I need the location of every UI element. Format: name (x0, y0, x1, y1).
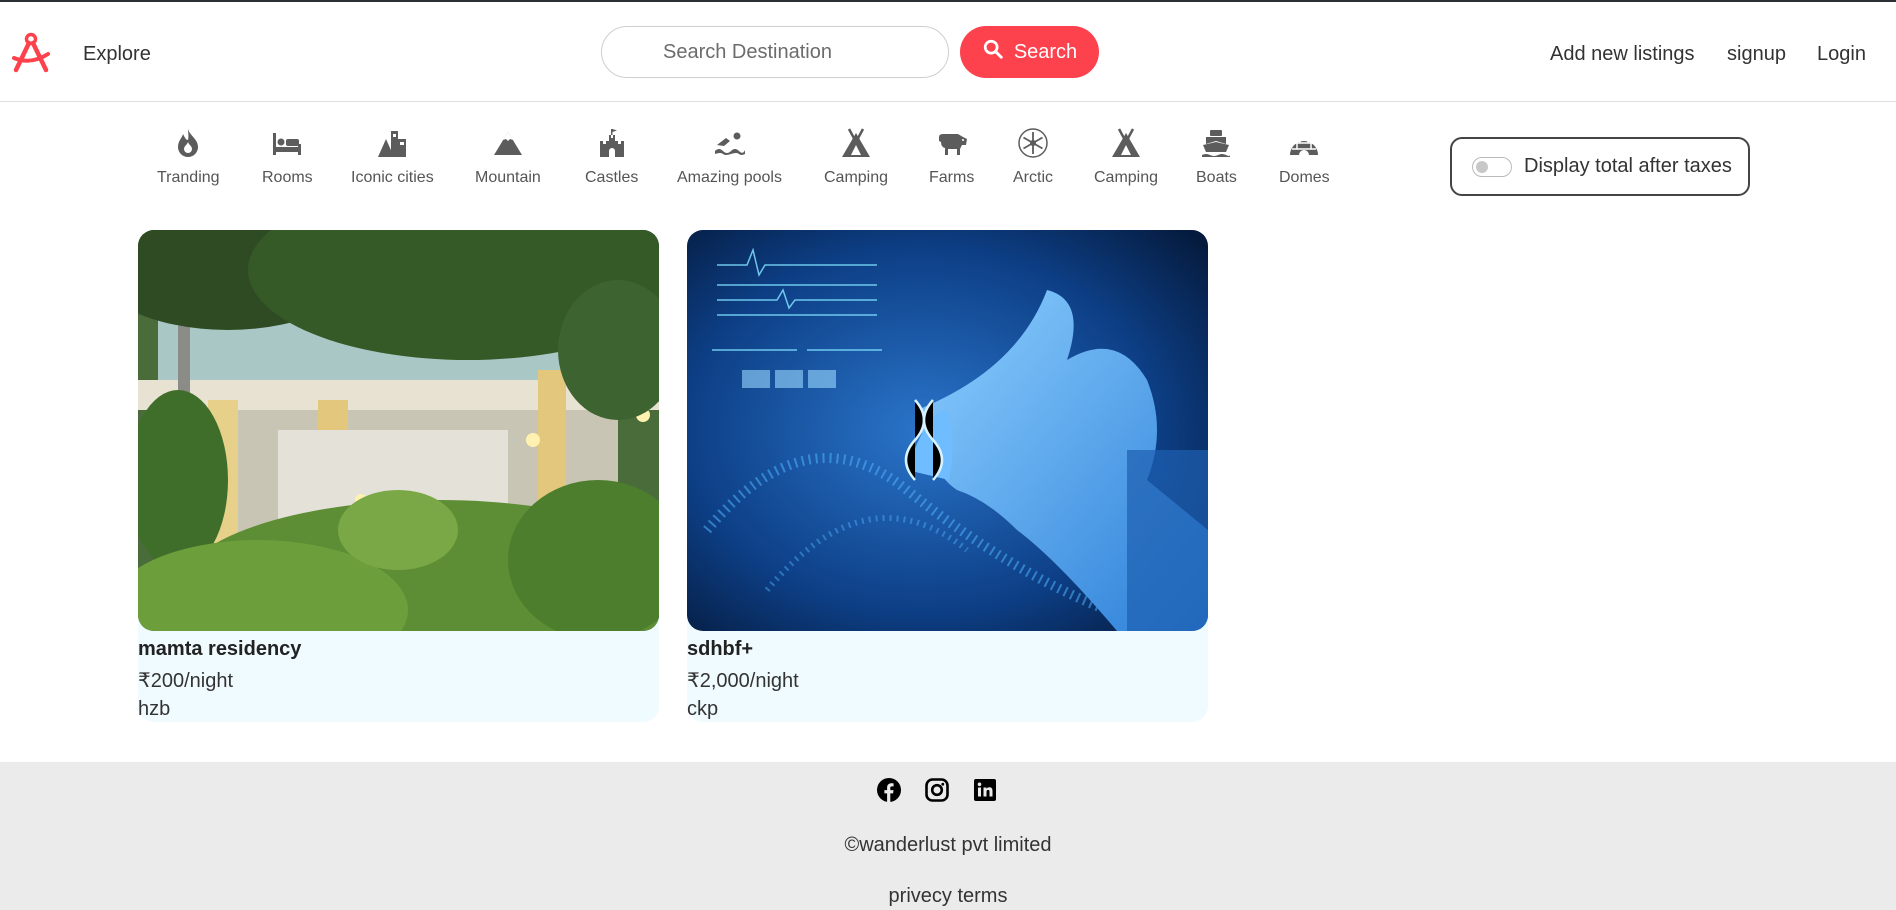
filter-label: Farms (929, 169, 975, 186)
filter-tranding[interactable]: Tranding (157, 125, 220, 187)
tent-icon (1108, 125, 1144, 161)
compass-icon[interactable] (10, 32, 52, 74)
filter-mountain[interactable]: Mountain (475, 125, 541, 187)
filter-camping[interactable]: Camping (824, 125, 888, 187)
listing-card[interactable]: mamta residency ₹200/night hzb (138, 230, 659, 722)
filter-label: Amazing pools (677, 169, 782, 186)
filter-castles[interactable]: Castles (585, 125, 638, 187)
filter-arctic[interactable]: Arctic (1013, 125, 1053, 187)
filter-rooms[interactable]: Rooms (262, 125, 313, 187)
search-button[interactable]: Search (960, 26, 1099, 78)
listing-location: hzb (138, 698, 171, 720)
search-input[interactable] (601, 26, 949, 78)
login-link[interactable]: Login (1817, 43, 1866, 66)
filter-amazing-pools[interactable]: Amazing pools (677, 125, 782, 187)
tax-toggle[interactable]: Display total after taxes (1450, 137, 1750, 196)
city-icon (374, 125, 410, 161)
filter-iconic-cities[interactable]: Iconic cities (351, 125, 434, 187)
switch-knob (1476, 160, 1488, 173)
castle-icon (594, 125, 630, 161)
instagram-icon[interactable] (925, 778, 949, 802)
fire-icon (170, 125, 206, 161)
filter-label: Tranding (157, 169, 220, 186)
footer-links[interactable]: privecy terms (0, 885, 1896, 908)
listing-title: sdhbf+ (687, 638, 754, 660)
filter-label: Iconic cities (351, 169, 434, 186)
tax-toggle-label: Display total after taxes (1524, 155, 1732, 177)
filter-label: Camping (1094, 169, 1159, 186)
tax-switch[interactable] (1472, 156, 1512, 177)
listing-image[interactable] (687, 230, 1208, 631)
signup-link[interactable]: signup (1727, 43, 1786, 66)
snowflake-icon (1015, 125, 1051, 161)
social-links (877, 778, 997, 802)
ship-icon (1198, 125, 1234, 161)
bed-icon (269, 125, 305, 161)
listing-card[interactable]: sdhbf+ ₹2,000/night ckp (687, 230, 1208, 722)
swimmer-icon (711, 125, 747, 161)
listing-price: ₹2,000/night (687, 670, 799, 692)
filter-label: Domes (1279, 169, 1330, 186)
filter-domes[interactable]: Domes (1279, 125, 1330, 187)
listing-price: ₹200/night (138, 670, 234, 692)
cow-icon (934, 125, 970, 161)
footer: ©wanderlust pvt limited privecy terms (0, 762, 1896, 910)
copyright-text: ©wanderlust pvt limited (844, 834, 1052, 856)
filter-boats[interactable]: Boats (1196, 125, 1237, 187)
filter-label: Rooms (262, 169, 313, 186)
listing-image[interactable] (138, 230, 659, 631)
igloo-icon (1286, 125, 1322, 161)
filter-label: Camping (824, 169, 889, 186)
filter-farms[interactable]: Farms (929, 125, 974, 187)
listing-title: mamta residency (138, 638, 302, 660)
add-listing-link[interactable]: Add new listings (1550, 43, 1695, 66)
filter-label: Mountain (475, 169, 541, 186)
listing-location: ckp (687, 698, 719, 720)
explore-link[interactable]: Explore (83, 43, 151, 66)
linkedin-icon[interactable] (973, 778, 997, 802)
search-button-label: Search (1013, 40, 1078, 63)
navbar: Explore Search Add new listings signup L… (0, 2, 1896, 102)
filter-label: Boats (1196, 169, 1237, 186)
filter-label: Arctic (1013, 169, 1053, 186)
facebook-icon[interactable] (877, 778, 901, 802)
tent-icon (838, 125, 874, 161)
filter-camping-2[interactable]: Camping (1094, 125, 1158, 187)
search-icon (982, 38, 1004, 66)
filter-label: Castles (585, 169, 639, 186)
mountain-icon (490, 125, 526, 161)
